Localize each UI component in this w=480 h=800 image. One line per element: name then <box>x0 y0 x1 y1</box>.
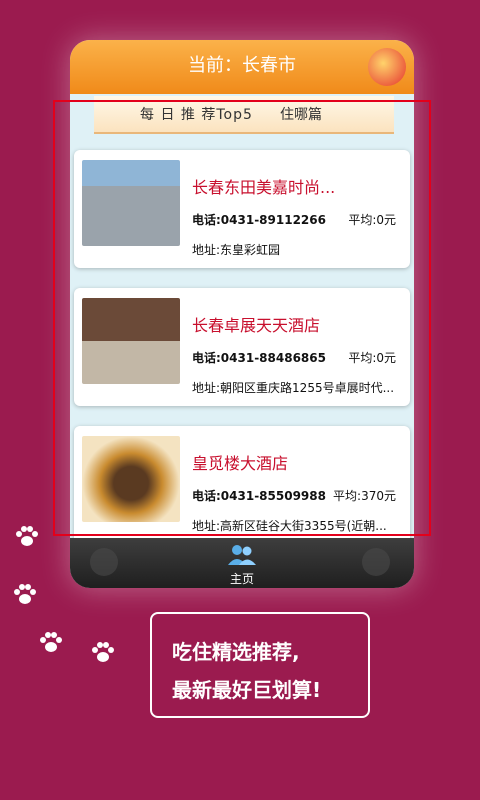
header-bar: 当前：长春市 <box>70 40 414 94</box>
promo-line-1: 吃住精选推荐, <box>172 640 300 664</box>
paw-icon <box>92 642 114 662</box>
paw-icon <box>40 632 62 652</box>
paw-icon <box>14 584 36 604</box>
bottom-nav: 主页 <box>70 538 414 588</box>
city-title: 当前：长春市 <box>188 55 296 76</box>
highlight-frame <box>53 100 431 536</box>
nav-home-label[interactable]: 主页 <box>70 570 414 587</box>
nav-right-icon[interactable] <box>362 548 390 576</box>
app-logo-icon[interactable] <box>368 48 406 86</box>
promo-line-2: 最新最好巨划算! <box>172 678 322 702</box>
users-icon[interactable] <box>227 544 257 566</box>
promo-banner: 吃住精选推荐, 最新最好巨划算! <box>150 612 370 718</box>
paw-icon <box>16 526 38 546</box>
